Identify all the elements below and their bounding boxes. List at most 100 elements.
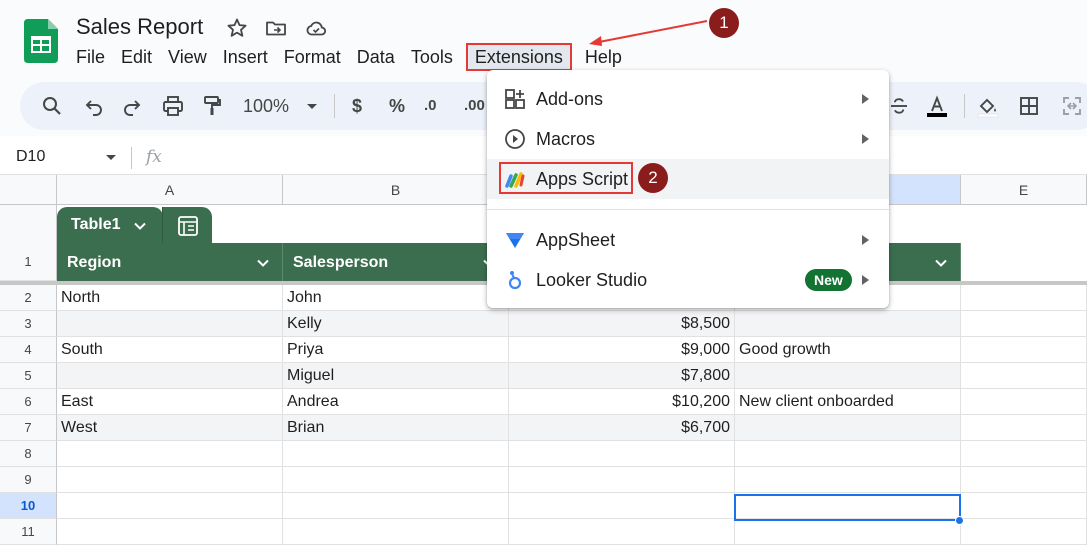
name-box-dropdown-icon[interactable] [104,151,118,165]
menu-format[interactable]: Format [276,44,349,70]
menu-file[interactable]: File [68,44,113,70]
select-all-corner[interactable] [0,175,57,205]
table-header-region[interactable]: Region [57,243,283,281]
table-cell-region[interactable]: West [57,415,283,441]
text-color-icon[interactable] [925,94,949,118]
print-icon[interactable] [161,94,185,118]
currency-format-button[interactable]: $ [352,94,362,118]
row-header-6[interactable]: 6 [0,389,57,415]
table-cell-region[interactable] [57,467,283,493]
table-cell-sales[interactable]: $10,200 [509,389,735,415]
column-header-b[interactable]: B [283,175,509,205]
increase-decimal-button[interactable]: .00 [464,94,485,118]
row-header-2[interactable]: 2 [0,285,57,311]
strikethrough-icon[interactable] [887,94,911,118]
table-cell[interactable] [961,389,1087,415]
table-cell-sales[interactable]: $9,000 [509,337,735,363]
search-icon[interactable] [40,94,64,118]
row-header-4[interactable]: 4 [0,337,57,363]
table-cell[interactable] [961,363,1087,389]
menu-data[interactable]: Data [349,44,403,70]
menu-edit[interactable]: Edit [113,44,160,70]
table-cell-region[interactable] [57,493,283,519]
active-cell-selection[interactable] [734,494,961,521]
row-header-8[interactable]: 8 [0,441,57,467]
table-cell-sales[interactable] [509,467,735,493]
table-cell-region[interactable] [57,363,283,389]
menu-view[interactable]: View [160,44,215,70]
row-header-5[interactable]: 5 [0,363,57,389]
table-cell-salesperson[interactable]: Miguel [283,363,509,389]
document-title[interactable]: Sales Report [76,14,203,40]
redo-icon[interactable] [120,94,144,118]
row-header-1[interactable]: 1 [0,243,57,281]
row-header-11[interactable]: 11 [0,519,57,545]
move-folder-icon[interactable] [264,16,288,40]
table-cell-region[interactable]: North [57,285,283,311]
table-cell-salesperson[interactable] [283,519,509,545]
table-cell-notes[interactable] [735,519,961,545]
row-header-9[interactable]: 9 [0,467,57,493]
decrease-decimal-button[interactable]: .0 [424,94,437,118]
table-cell-salesperson[interactable]: Brian [283,415,509,441]
table-cell-region[interactable]: South [57,337,283,363]
borders-icon[interactable] [1017,94,1041,118]
table-menu-chevron-icon[interactable] [133,219,147,233]
table-cell-notes[interactable] [735,415,961,441]
table-cell-sales[interactable]: $6,700 [509,415,735,441]
table-cell-region[interactable] [57,311,283,337]
table-cell-notes[interactable]: Good growth [735,337,961,363]
table-cell-region[interactable] [57,519,283,545]
column-header-e[interactable]: E [961,175,1087,205]
table-header-salesperson[interactable]: Salesperson [283,243,509,281]
table-cell-salesperson[interactable] [283,493,509,519]
zoom-dropdown-icon[interactable] [300,94,324,118]
table-cell[interactable] [961,311,1087,337]
table-cell[interactable] [961,467,1087,493]
cloud-saved-icon[interactable] [304,16,328,40]
table-cell-sales[interactable] [509,493,735,519]
table-cell-sales[interactable]: $7,800 [509,363,735,389]
table-cell[interactable] [961,285,1087,311]
menu-item-macros[interactable]: Macros [487,119,889,159]
table-cell-salesperson[interactable]: Andrea [283,389,509,415]
sheets-logo-icon[interactable] [24,19,58,63]
table-cell-sales[interactable]: $8,500 [509,311,735,337]
table-cell-region[interactable]: East [57,389,283,415]
table-cell-notes[interactable] [735,363,961,389]
table-cell-notes[interactable]: New client onboarded [735,389,961,415]
menu-item-apps-script[interactable]: Apps Script [487,159,889,199]
star-icon[interactable] [225,16,249,40]
table-name-tab[interactable]: Table1 [57,207,163,243]
chevron-down-icon[interactable] [934,256,948,270]
row-header-10[interactable]: 10 [0,493,57,519]
table-cell-sales[interactable] [509,441,735,467]
table-calculator-button[interactable] [162,207,212,243]
table-cell-region[interactable] [57,441,283,467]
menu-tools[interactable]: Tools [403,44,461,70]
name-box[interactable]: D10 [16,148,45,166]
menu-extensions[interactable]: Extensions [465,43,572,71]
menu-insert[interactable]: Insert [215,44,276,70]
undo-icon[interactable] [82,94,106,118]
table-cell-sales[interactable] [509,519,735,545]
table-cell[interactable] [961,337,1087,363]
paint-format-icon[interactable] [200,94,224,118]
percent-format-button[interactable]: % [389,94,405,118]
table-cell[interactable] [961,415,1087,441]
menu-item-looker-studio[interactable]: Looker Studio New [487,260,889,300]
table-cell-salesperson[interactable]: Kelly [283,311,509,337]
fill-handle[interactable] [955,516,964,525]
chevron-down-icon[interactable] [256,256,270,270]
table-cell[interactable] [961,441,1087,467]
merge-cells-icon[interactable] [1060,94,1084,118]
fill-color-icon[interactable] [976,94,1000,118]
table-cell-notes[interactable] [735,467,961,493]
table-cell[interactable] [961,519,1087,545]
menu-item-appsheet[interactable]: AppSheet [487,220,889,260]
table-cell-notes[interactable] [735,441,961,467]
zoom-level[interactable]: 100% [243,94,289,118]
column-header-a[interactable]: A [57,175,283,205]
table-cell-salesperson[interactable] [283,441,509,467]
table-cell[interactable] [961,493,1087,519]
